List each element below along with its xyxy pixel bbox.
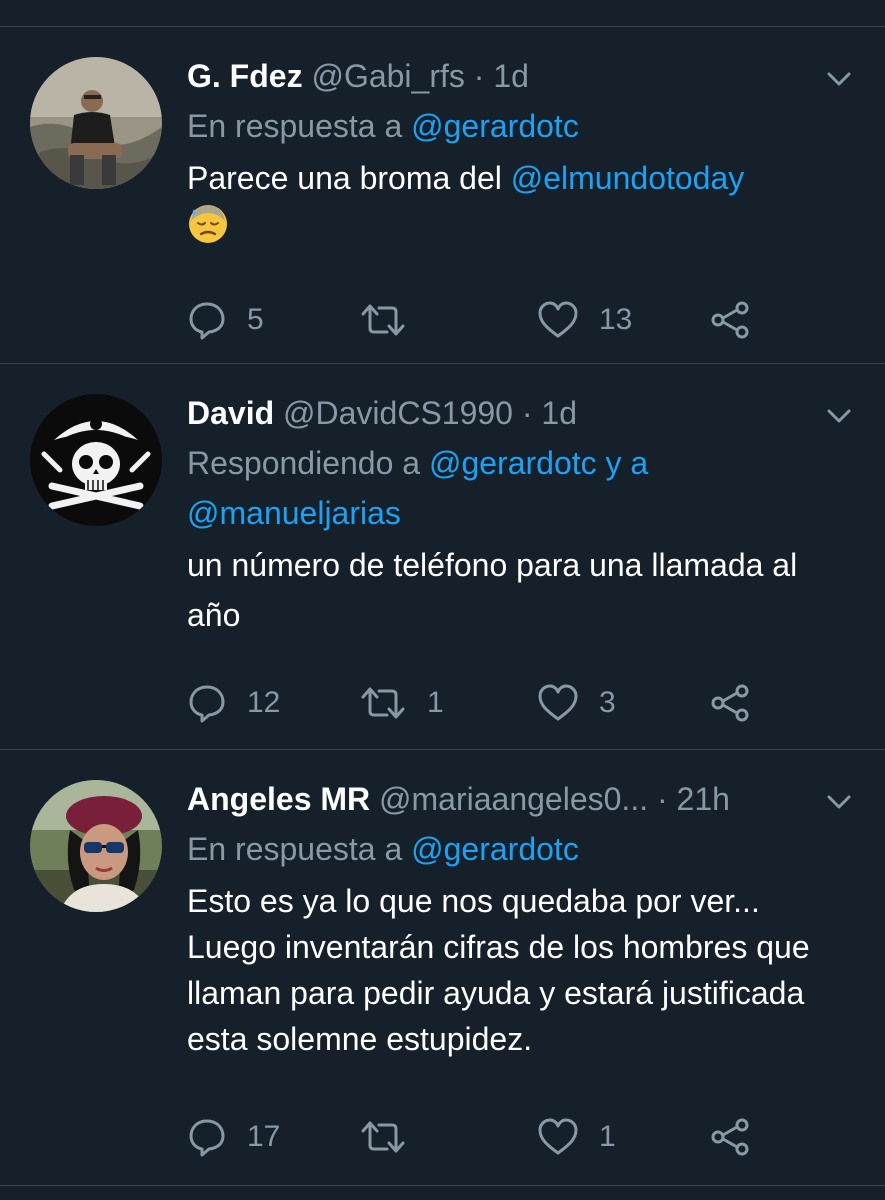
tweet-actions: 5 13 <box>187 295 787 345</box>
user-handle[interactable]: @DavidCS1990 <box>283 395 513 431</box>
avatar-photo <box>30 780 162 912</box>
tweet[interactable]: David @DavidCS1990 · 1d Respondiendo a @… <box>0 364 885 750</box>
user-handle[interactable]: @Gabi_rfs <box>311 58 464 94</box>
tweet-text: un número de teléfono para una llamada a… <box>187 547 798 633</box>
tweet-text: Parece una broma del @elmundotoday <box>187 153 855 259</box>
tweet[interactable]: Angeles MR @mariaangeles0... · 21h En re… <box>0 750 885 1186</box>
display-name[interactable]: David <box>187 395 274 431</box>
like-count: 1 <box>599 1120 616 1153</box>
mention-link[interactable]: @manueljarias <box>187 495 401 531</box>
like-button[interactable]: 3 <box>537 678 616 728</box>
reply-icon <box>189 1119 225 1157</box>
mention-link[interactable]: @gerardotc <box>411 831 579 867</box>
retweet-button[interactable]: 1 <box>359 678 444 728</box>
share-button[interactable] <box>709 678 751 728</box>
tweet-text: Esto es ya lo que nos quedaba por ver...… <box>187 883 810 1057</box>
tweet-header: David @DavidCS1990 · 1d <box>187 392 855 434</box>
reply-button[interactable]: 12 <box>187 678 280 728</box>
chevron-down-icon[interactable] <box>823 400 855 432</box>
top-bar <box>0 0 885 27</box>
reply-context: En respuesta a @gerardotc <box>187 101 855 151</box>
reply-icon <box>189 302 225 340</box>
retweet-icon <box>361 304 405 336</box>
retweet-icon <box>361 687 405 719</box>
separator: · <box>473 58 485 94</box>
chevron-down-icon[interactable] <box>823 63 855 95</box>
reply-button[interactable]: 5 <box>187 295 264 345</box>
retweet-count: 1 <box>427 686 444 719</box>
tweet[interactable]: G. Fdez @Gabi_rfs · 1d En respuesta a @g… <box>0 27 885 364</box>
reply-icon <box>189 685 225 723</box>
reply-context: En respuesta a @gerardotc <box>187 824 855 874</box>
like-count: 3 <box>599 686 616 719</box>
like-button[interactable]: 13 <box>537 295 632 345</box>
reply-prefix: En respuesta a <box>187 108 412 144</box>
downcast-face-with-sweat-icon <box>187 203 229 259</box>
avatar[interactable] <box>30 780 162 912</box>
share-button[interactable] <box>709 1112 751 1162</box>
avatar[interactable] <box>30 57 162 189</box>
user-handle[interactable]: @mariaangeles0... <box>379 781 648 817</box>
reply-button[interactable]: 17 <box>187 1112 280 1162</box>
avatar-photo <box>30 57 162 189</box>
heart-icon <box>538 684 578 721</box>
reply-prefix: Respondiendo a <box>187 445 429 481</box>
mention-link[interactable]: @gerardotc y a <box>429 445 648 481</box>
reply-count: 5 <box>247 303 264 336</box>
share-icon <box>711 1118 749 1156</box>
timestamp[interactable]: 1d <box>493 58 529 94</box>
like-count: 13 <box>599 303 633 336</box>
avatar[interactable] <box>30 394 162 526</box>
reply-context: Respondiendo a @gerardotc y a @manueljar… <box>187 438 855 538</box>
reply-count: 17 <box>247 1120 281 1153</box>
like-button[interactable]: 1 <box>537 1112 616 1162</box>
timestamp[interactable]: 1d <box>541 395 577 431</box>
share-icon <box>711 684 749 722</box>
heart-icon <box>538 1118 578 1155</box>
tweet-text-content: Parece una broma del <box>187 160 511 196</box>
share-icon <box>711 301 749 339</box>
display-name[interactable]: G. Fdez <box>187 58 303 94</box>
tweet-actions: 12 1 3 <box>187 678 787 728</box>
display-name[interactable]: Angeles MR <box>187 781 370 817</box>
tweet-header: G. Fdez @Gabi_rfs · 1d <box>187 55 855 97</box>
retweet-icon <box>361 1121 405 1153</box>
tweet-header: Angeles MR @mariaangeles0... · 21h <box>187 778 855 820</box>
avatar-photo <box>30 394 162 526</box>
tweet-actions: 17 1 <box>187 1112 787 1162</box>
timestamp[interactable]: 21h <box>677 781 730 817</box>
separator: · <box>656 781 668 817</box>
reply-prefix: En respuesta a <box>187 831 412 867</box>
mention-link[interactable]: @elmundotoday <box>511 160 745 196</box>
separator: · <box>521 395 533 431</box>
retweet-button[interactable] <box>359 1112 427 1162</box>
share-button[interactable] <box>709 295 751 345</box>
mention-link[interactable]: @gerardotc <box>411 108 579 144</box>
reply-count: 12 <box>247 686 281 719</box>
retweet-button[interactable] <box>359 295 427 345</box>
heart-icon <box>538 301 578 338</box>
chevron-down-icon[interactable] <box>823 786 855 818</box>
